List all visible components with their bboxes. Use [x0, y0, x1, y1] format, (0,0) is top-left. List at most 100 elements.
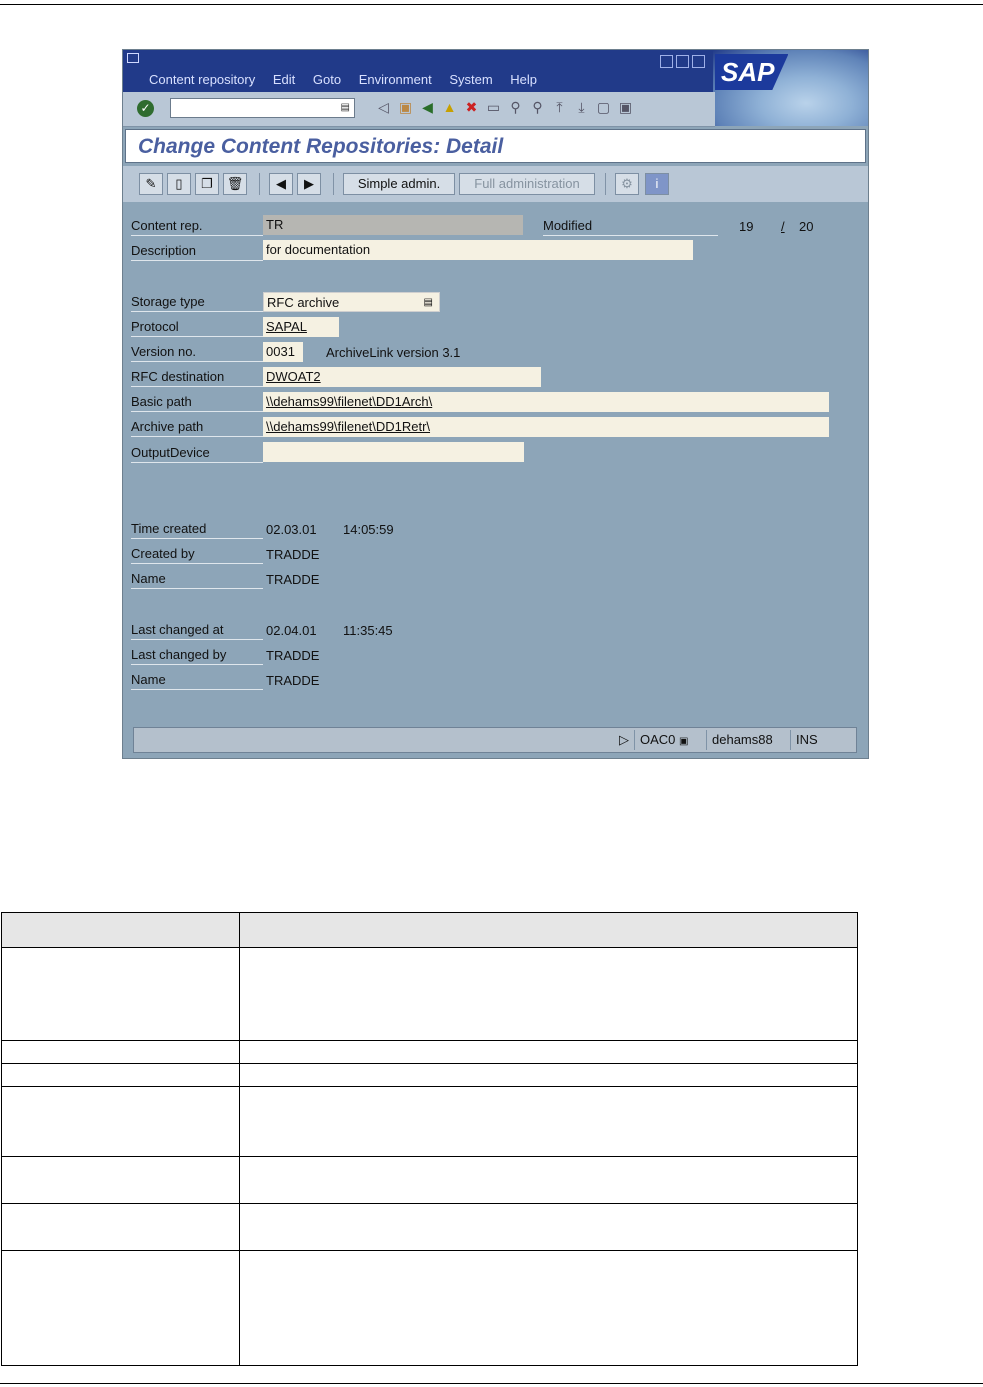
table-cell — [1, 1156, 240, 1204]
created-name-label: Name — [131, 570, 263, 589]
insert-mode: INS — [790, 730, 823, 750]
previous-entry-icon[interactable]: ◀ — [269, 173, 293, 195]
modified-label: Modified — [543, 217, 718, 236]
information-icon[interactable]: i — [645, 173, 669, 195]
table-row — [1, 1250, 858, 1366]
table-row — [1, 1203, 858, 1251]
basic-path-label: Basic path — [131, 393, 263, 412]
table-cell — [239, 1203, 858, 1251]
minimize-icon[interactable] — [660, 55, 673, 68]
print-icon[interactable]: ▭ — [485, 99, 502, 116]
find-icon[interactable]: ⚲ — [507, 99, 524, 116]
status-expand-icon[interactable]: ▷ — [614, 730, 634, 750]
archive-path-label: Archive path — [131, 418, 263, 437]
maximize-icon[interactable] — [676, 55, 689, 68]
description-label: Description — [131, 242, 263, 261]
table-cell — [1, 1040, 240, 1064]
menu-bar: Content repository Edit Goto Environment… — [149, 72, 551, 87]
cancel-icon[interactable]: ✖ — [463, 99, 480, 116]
content-rep-label: Content rep. — [131, 217, 263, 236]
exit-icon[interactable]: ▲ — [441, 99, 458, 116]
rfc-destination-label: RFC destination — [131, 368, 263, 387]
full-administration-button[interactable]: Full administration — [459, 173, 595, 195]
copy-icon[interactable]: ❐ — [195, 173, 219, 195]
shortcut-icon[interactable]: ▣ — [617, 99, 634, 116]
storage-type-label: Storage type — [131, 293, 263, 312]
last-changed-by-label: Last changed by — [131, 646, 263, 665]
version-no-label: Version no. — [131, 343, 263, 362]
delete-icon[interactable]: 🗑 — [223, 173, 247, 195]
change-icon[interactable]: ✎ — [139, 173, 163, 195]
storage-type-dropdown-icon[interactable]: ▤ — [424, 293, 433, 313]
transaction-code: OAC0 ▣ — [634, 730, 693, 750]
table-cell — [1, 1203, 240, 1251]
menu-help[interactable]: Help — [510, 72, 537, 87]
entry-total-number: 20 — [799, 219, 814, 234]
page-title-bar: Change Content Repositories: Detail — [125, 129, 866, 163]
protocol-field[interactable]: SAPAL — [263, 317, 339, 337]
output-device-field[interactable] — [263, 442, 524, 462]
output-device-label: OutputDevice — [131, 444, 263, 463]
description-field[interactable]: for documentation — [263, 240, 693, 260]
toolbar-divider — [605, 173, 606, 195]
time-created-time: 14:05:59 — [343, 522, 394, 537]
menu-system[interactable]: System — [449, 72, 492, 87]
simple-admin-button[interactable]: Simple admin. — [343, 173, 455, 195]
created-name-value: TRADDE — [266, 572, 320, 587]
table-cell — [239, 1250, 858, 1366]
table-row — [1, 1063, 858, 1087]
page-title: Change Content Repositories: Detail — [138, 135, 504, 158]
window-controls — [660, 55, 708, 73]
rfc-destination-field[interactable]: DWOAT2 — [263, 367, 541, 387]
command-field[interactable]: ▤ — [170, 98, 355, 118]
menu-environment[interactable]: Environment — [359, 72, 432, 87]
version-no-field[interactable]: 0031 — [263, 342, 303, 362]
table-cell — [239, 1086, 858, 1157]
page-top-rule — [0, 4, 983, 5]
changed-name-label: Name — [131, 671, 263, 690]
table-cell — [239, 947, 858, 1041]
session-info-icon[interactable]: ▣ — [679, 736, 688, 747]
enter-check-icon[interactable]: ✓ — [137, 100, 154, 117]
storage-type-select[interactable]: RFC archive ▤ — [263, 292, 440, 312]
close-window-icon[interactable] — [692, 55, 705, 68]
back-arrow-small-icon[interactable]: ◁ — [375, 99, 392, 116]
table-row — [1, 1086, 858, 1157]
page-bottom-rule — [0, 1383, 983, 1384]
hierarchy-icon[interactable]: ⚙ — [615, 173, 639, 195]
basic-path-field[interactable]: \\dehams99\filenet\DD1Arch\ — [263, 392, 829, 412]
table-row — [1, 1040, 858, 1064]
menu-goto[interactable]: Goto — [313, 72, 341, 87]
command-dropdown-icon[interactable]: ▤ — [341, 102, 350, 113]
save-icon[interactable]: ▣ — [397, 99, 414, 116]
back-icon[interactable]: ◀ — [419, 99, 436, 116]
create-session-icon[interactable]: ▢ — [595, 99, 612, 116]
first-page-icon[interactable]: ⤒ — [551, 99, 568, 116]
last-changed-time: 11:35:45 — [343, 623, 393, 638]
sap-window: Content repository Edit Goto Environment… — [122, 49, 869, 759]
storage-type-value: RFC archive — [267, 295, 340, 310]
find-next-icon[interactable]: ⚲ — [529, 99, 546, 116]
table-cell — [239, 1156, 858, 1204]
last-page-icon[interactable]: ⤓ — [573, 99, 590, 116]
table-header-cell — [239, 912, 858, 948]
system-menu-icon[interactable] — [127, 53, 139, 63]
table-cell — [1, 1086, 240, 1157]
last-changed-at-label: Last changed at — [131, 621, 263, 640]
archive-path-field[interactable]: \\dehams99\filenet\DD1Retr\ — [263, 417, 829, 437]
create-icon[interactable]: ▯ — [167, 173, 191, 195]
last-changed-by-value: TRADDE — [266, 648, 320, 663]
entry-current-number: 19 — [739, 219, 754, 234]
table-cell — [239, 1063, 858, 1087]
menu-edit[interactable]: Edit — [273, 72, 295, 87]
table-row — [1, 947, 858, 1041]
entry-separator: / — [781, 219, 785, 234]
next-entry-icon[interactable]: ▶ — [297, 173, 321, 195]
time-created-date: 02.03.01 — [266, 522, 317, 537]
application-toolbar: ✎ ▯ ❐ 🗑 ◀ ▶ Simple admin. Full administr… — [123, 166, 868, 204]
menu-content-repository[interactable]: Content repository — [149, 72, 255, 87]
table-row — [1, 1156, 858, 1204]
server-name: dehams88 — [706, 730, 778, 750]
table-header-row — [1, 912, 858, 948]
status-bar: ▷ OAC0 ▣ dehams88 INS — [133, 727, 857, 753]
